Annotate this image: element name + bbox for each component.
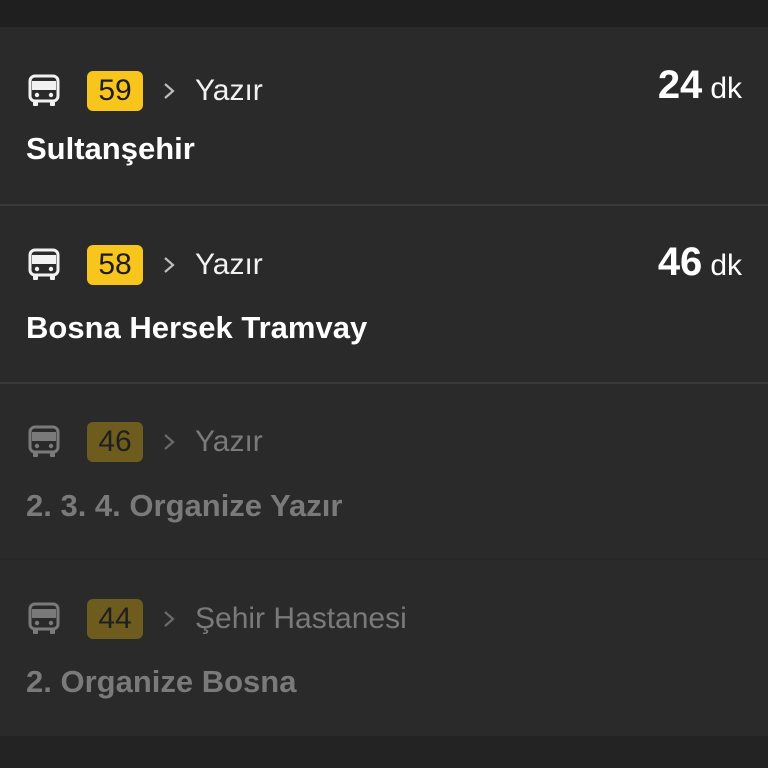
route-header: 59 Yazır bbox=[26, 69, 263, 113]
chevron-right-icon bbox=[164, 83, 175, 99]
route-direction: Yazır bbox=[195, 248, 263, 281]
route-row[interactable]: 59 Yazır 24 dk Sultanşehir bbox=[0, 27, 768, 204]
route-number-badge: 58 bbox=[87, 245, 143, 285]
top-strip bbox=[0, 0, 768, 27]
route-direction: Şehir Hastanesi bbox=[195, 602, 407, 635]
stop-name: 2. Organize Bosna bbox=[26, 664, 297, 699]
eta: 24 dk bbox=[658, 63, 742, 108]
stop-name: Bosna Hersek Tramvay bbox=[26, 310, 368, 345]
bottom-strip bbox=[0, 738, 768, 768]
route-direction: Yazır bbox=[195, 74, 263, 107]
eta-unit: dk bbox=[710, 72, 742, 105]
route-row[interactable]: 46 Yazır 2. 3. 4. Organize Yazır bbox=[0, 382, 768, 558]
chevron-right-icon bbox=[164, 434, 175, 450]
route-number-badge: 46 bbox=[87, 422, 143, 462]
stop-name: Sultanşehir bbox=[26, 131, 195, 166]
route-header: 44 Şehir Hastanesi bbox=[26, 597, 407, 641]
bus-icon bbox=[28, 74, 60, 106]
stop-name: 2. 3. 4. Organize Yazır bbox=[26, 488, 343, 523]
bus-icon bbox=[28, 248, 60, 280]
bus-icon bbox=[28, 602, 60, 634]
eta-value: 24 bbox=[657, 63, 703, 107]
bus-icon bbox=[28, 425, 60, 457]
chevron-right-icon bbox=[164, 257, 175, 273]
eta-value: 46 bbox=[657, 240, 703, 284]
route-number-badge: 44 bbox=[87, 599, 143, 639]
route-header: 58 Yazır bbox=[26, 243, 263, 287]
route-header: 46 Yazır bbox=[26, 420, 263, 464]
chevron-right-icon bbox=[164, 611, 175, 627]
eta: 46 dk bbox=[658, 240, 742, 285]
eta-unit: dk bbox=[710, 249, 742, 282]
route-direction: Yazır bbox=[195, 425, 263, 458]
route-row[interactable]: 58 Yazır 46 dk Bosna Hersek Tramvay bbox=[0, 204, 768, 382]
route-number-badge: 59 bbox=[87, 71, 143, 111]
route-list-screen: 59 Yazır 24 dk Sultanşehir 58 Yazır 46 d… bbox=[0, 0, 768, 768]
route-row[interactable]: 44 Şehir Hastanesi 2. Organize Bosna bbox=[0, 558, 768, 736]
